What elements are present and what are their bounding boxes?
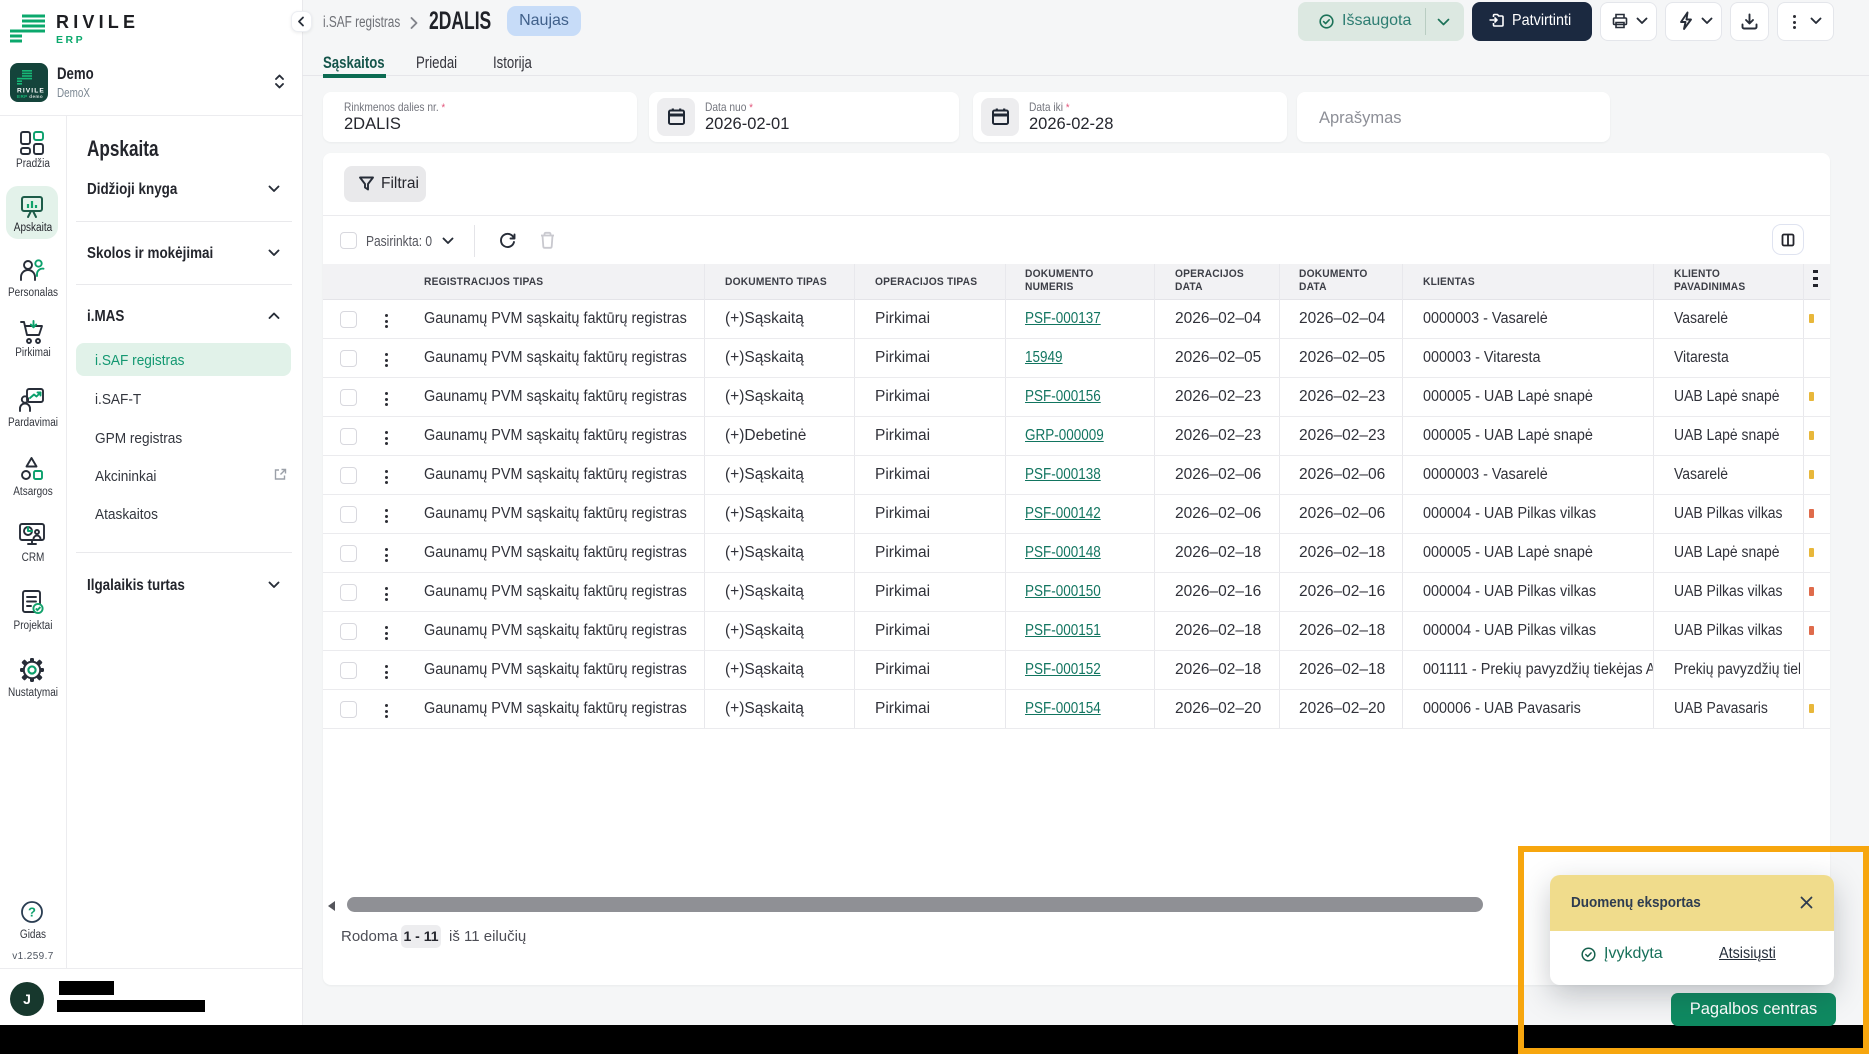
svg-text:ERP: ERP (56, 34, 85, 46)
svg-text:ERP demo: ERP demo (17, 94, 43, 99)
svg-text:RIVILE: RIVILE (56, 12, 139, 32)
svg-text:?: ? (28, 905, 36, 920)
